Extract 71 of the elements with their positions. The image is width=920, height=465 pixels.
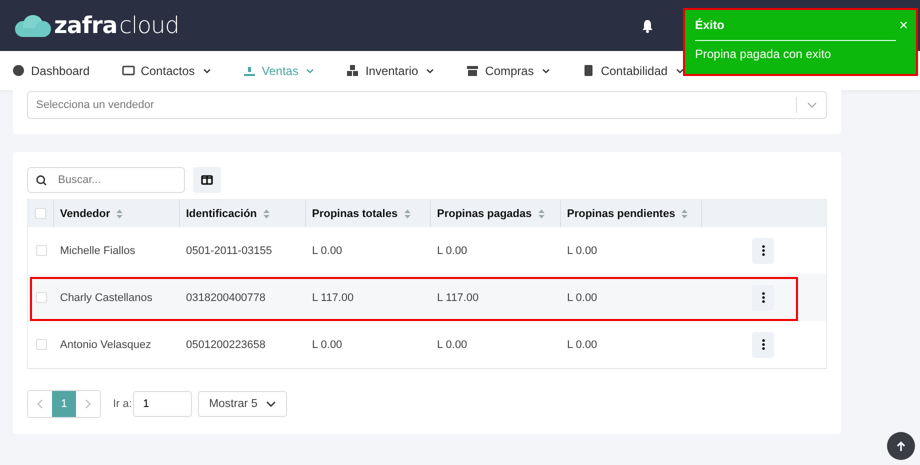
page-input[interactable]: 1 (132, 391, 192, 417)
logo-text: zafra (54, 12, 118, 38)
sort-icon[interactable] (538, 208, 545, 218)
table-cell: Michelle Fiallos (60, 244, 136, 256)
nav-item[interactable]: Contabilidad (582, 64, 684, 78)
chevron-down-icon (266, 401, 276, 407)
more-icon (762, 339, 764, 350)
more-button[interactable] (752, 332, 774, 358)
vendor-select[interactable]: Selecciona un vendedor (27, 91, 827, 119)
column-header[interactable]: Propinas pendientes (567, 208, 676, 220)
table-cell: L 117.00 (312, 292, 354, 304)
page-size-select[interactable]: Mostrar 5 (198, 391, 287, 417)
nav-icon (12, 64, 25, 77)
chevron-down-icon (807, 102, 817, 108)
column-header[interactable]: Identificación (186, 208, 257, 220)
nav-item[interactable]: Contactos (122, 64, 211, 78)
table-cell: L 0.00 (437, 338, 468, 350)
checkbox[interactable] (36, 339, 46, 350)
nav-icon (466, 64, 480, 77)
chevron-right-icon (85, 399, 91, 409)
column-header[interactable]: Propinas totales (312, 208, 398, 220)
nav-icon (242, 64, 256, 77)
scroll-top-button[interactable] (887, 432, 915, 460)
chevron-left-icon (37, 399, 43, 409)
checkbox[interactable] (36, 292, 46, 303)
search-field[interactable]: Buscar... (27, 167, 185, 193)
checkbox[interactable] (35, 208, 46, 219)
sort-icon[interactable] (116, 208, 124, 218)
table-cell: Antonio Velasquez (60, 338, 152, 350)
chevron-down-icon (202, 68, 211, 74)
nav-icon (582, 64, 595, 77)
table-cell: L 0.00 (312, 244, 342, 256)
search-icon (36, 175, 47, 186)
sort-icon[interactable] (262, 208, 270, 218)
logo[interactable]: zafracloud (14, 12, 180, 38)
more-button[interactable] (752, 284, 774, 310)
columns-button[interactable] (193, 167, 221, 193)
table-cell: L 0.00 (567, 292, 598, 304)
cloud-icon (14, 14, 52, 38)
more-icon (762, 292, 764, 303)
logo-text: cloud (119, 12, 180, 38)
more-icon (762, 245, 764, 256)
table-cell: L 0.00 (567, 338, 598, 350)
toast-title: Éxito (695, 18, 724, 32)
chevron-down-icon (306, 68, 314, 74)
table-cell: L 0.00 (312, 338, 342, 350)
table-cell: 0318200400778 (186, 292, 266, 304)
nav-item[interactable]: Inventario (346, 64, 434, 78)
bell-icon[interactable] (641, 18, 654, 32)
nav-item[interactable]: Compras (466, 64, 550, 78)
columns-icon (201, 175, 213, 185)
checkbox[interactable] (36, 245, 46, 256)
chevron-down-icon (542, 68, 550, 74)
more-button[interactable] (752, 238, 774, 264)
table-cell: 0501200223658 (186, 338, 266, 350)
nav-item[interactable]: Dashboard (12, 64, 90, 78)
sort-icon[interactable] (681, 208, 688, 218)
table-cell: 0501-2011-03155 (186, 244, 272, 256)
nav-icon (346, 64, 360, 77)
toast-message: Propina pagada con exito (695, 46, 832, 61)
table-cell: Charly Castellanos (60, 292, 152, 304)
chevron-down-icon (426, 68, 434, 74)
arrow-up-icon (896, 440, 906, 452)
table-cell: L 117.00 (437, 292, 479, 304)
column-header[interactable]: Vendedor (60, 208, 110, 220)
goto-label: Ir a: (113, 398, 132, 410)
column-header[interactable]: Propinas pagadas (437, 208, 532, 220)
sort-icon[interactable] (404, 208, 411, 218)
nav-icon (122, 64, 135, 77)
table-cell: L 0.00 (437, 244, 468, 256)
table-cell: L 0.00 (567, 244, 598, 256)
